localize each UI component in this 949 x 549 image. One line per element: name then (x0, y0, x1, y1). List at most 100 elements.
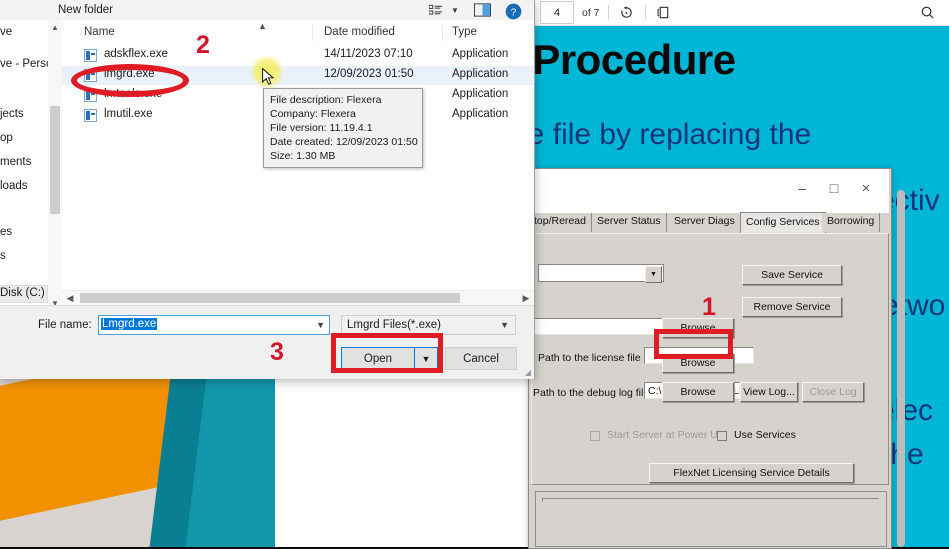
use-services-checkbox[interactable] (717, 431, 727, 441)
rotate-icon[interactable] (617, 3, 637, 23)
horizontal-scrollbar[interactable]: ◀ ▶ (62, 290, 534, 305)
maximize-button[interactable]: □ (819, 177, 849, 199)
nav-item-downloads[interactable]: loads (0, 180, 28, 192)
chevron-down-icon[interactable]: ▼ (316, 320, 325, 330)
license-file-label: Path to the license file (538, 352, 641, 364)
debug-log-label: Path to the debug log file (533, 387, 650, 399)
sort-ascending-icon: ▲ (258, 21, 267, 31)
page-number-input[interactable]: 4 (540, 1, 574, 24)
pdf-paragraph-line: nse file by replacing the (530, 118, 812, 151)
use-services-label: Use Services (734, 429, 796, 441)
flexnet-service-details-button[interactable]: FlexNet Licensing Service Details (649, 463, 854, 483)
nav-item-local-disk[interactable]: Disk (C:) (0, 287, 45, 299)
file-name: lmutil.exe (104, 108, 153, 120)
application-file-icon (84, 109, 97, 122)
chevron-down-icon[interactable]: ▼ (500, 320, 509, 330)
tab-stop-reread[interactable]: top/Reread (529, 213, 592, 232)
page-view-icon[interactable] (654, 3, 674, 23)
lmtools-status-panel (535, 491, 887, 547)
column-header-date-modified[interactable]: Date modified (324, 26, 395, 38)
tab-server-diags[interactable]: Server Diags (669, 213, 741, 232)
file-type-combo[interactable]: Lmgrd Files(*.exe) ▼ (341, 315, 516, 335)
nav-item-videos[interactable]: s (0, 250, 6, 262)
close-button[interactable]: × (851, 177, 881, 199)
browse-debug-button[interactable]: Browse (662, 382, 734, 402)
column-header-type[interactable]: Type (452, 26, 477, 38)
nav-item-onedrive[interactable]: ve (0, 26, 12, 38)
annotation-oval-step2 (71, 64, 189, 97)
service-name-combo[interactable]: ▼ (538, 264, 664, 283)
chevron-down-icon[interactable]: ▼ (448, 2, 462, 18)
close-log-button: Close Log (802, 382, 864, 402)
dialog-footer: File name: Lmgrd.exe ▼ Lmgrd Files(*.exe… (0, 305, 534, 379)
scroll-left-icon[interactable]: ◀ (62, 291, 78, 305)
status-panel-inner (542, 498, 879, 502)
column-header-row: Name ▲ Date modified Type (62, 20, 534, 47)
page-total-label: of 7 (582, 6, 600, 19)
toolbar-divider (607, 5, 609, 20)
view-log-button[interactable]: View Log... (740, 382, 798, 402)
lmtools-config-panel: ▼ Save Service Remove Service Browse Pat… (528, 233, 889, 485)
desktop-wallpaper (0, 377, 275, 547)
annotation-number-3: 3 (270, 338, 284, 366)
minimize-button[interactable]: – (787, 177, 817, 199)
application-file-icon (84, 49, 97, 62)
cancel-button[interactable]: Cancel (445, 347, 517, 370)
nav-item-desktop[interactable]: op (0, 132, 13, 144)
nav-item-onedrive-personal[interactable]: ve - Person (0, 58, 48, 70)
file-type: Application (452, 108, 509, 120)
pdf-heading: n Procedure (530, 36, 736, 83)
file-name-value: Lmgrd.exe (101, 318, 158, 330)
remove-service-button[interactable]: Remove Service (742, 297, 842, 317)
tooltip-line-company: Company: Flexera (270, 108, 356, 120)
nav-item-projects[interactable]: jects (0, 108, 24, 120)
svg-text:?: ? (510, 7, 516, 18)
tab-server-status[interactable]: Server Status (592, 213, 667, 232)
tooltip-line-size: Size: 1.30 MB (270, 150, 336, 162)
annotation-rect-step1 (654, 329, 733, 359)
start-server-label: Start Server at Power Up (607, 429, 724, 441)
table-row[interactable]: adskflex.exe 14/11/2023 07:10 Applicatio… (62, 46, 534, 65)
scrollbar-thumb[interactable] (50, 106, 60, 214)
tab-config-services[interactable]: Config Services (740, 212, 826, 233)
start-server-checkbox (590, 431, 600, 441)
explorer-toolbar: New folder ▼ ? (0, 0, 534, 21)
column-header-name[interactable]: Name (84, 26, 115, 38)
file-date: 12/09/2023 01:50 (324, 68, 414, 80)
annotation-number-1: 1 (702, 293, 716, 321)
scroll-right-icon[interactable]: ▶ (518, 291, 534, 305)
file-name-label: File name: (38, 319, 92, 331)
chevron-down-icon[interactable]: ▼ (645, 266, 662, 283)
file-tooltip: File description: Flexera Company: Flexe… (263, 88, 423, 168)
mouse-cursor-icon (262, 67, 275, 86)
annotation-rect-step3 (331, 333, 443, 373)
pdf-scrollbar[interactable] (897, 190, 905, 547)
nav-item-documents[interactable]: ments (0, 156, 31, 168)
column-divider[interactable] (312, 25, 313, 41)
save-service-button[interactable]: Save Service (742, 265, 842, 285)
tab-borrowing[interactable]: Borrowing (822, 213, 881, 232)
tooltip-line-description: File description: Flexera (270, 94, 382, 106)
file-name-input[interactable]: Lmgrd.exe ▼ (98, 315, 330, 335)
tooltip-line-file-version: File version: 11.19.4.1 (270, 122, 373, 134)
scroll-up-icon[interactable]: ▲ (48, 20, 62, 34)
lmtools-titlebar: – □ × (529, 169, 889, 213)
lmtools-tabstrip: top/Reread Server Status Server Diags Co… (529, 212, 889, 233)
file-type: Application (452, 68, 509, 80)
file-type: Application (452, 48, 509, 60)
file-type: Application (452, 88, 509, 100)
lmgrd-path-field[interactable] (528, 318, 663, 335)
hscrollbar-thumb[interactable] (80, 293, 460, 303)
navigation-scrollbar[interactable]: ▲ ▼ (48, 20, 63, 310)
view-options-icon[interactable] (426, 2, 446, 18)
help-icon[interactable]: ? (504, 2, 522, 20)
column-divider[interactable] (442, 25, 443, 41)
toolbar-divider (644, 5, 646, 20)
new-folder-button[interactable]: New folder (58, 4, 113, 16)
nav-item-pictures[interactable]: es (0, 226, 12, 238)
preview-pane-icon[interactable] (472, 2, 492, 18)
search-icon[interactable] (917, 3, 937, 23)
resize-grip-icon[interactable]: ◢ (525, 368, 531, 377)
pdf-toolbar: 4 of 7 (530, 0, 949, 26)
spacer (847, 427, 848, 428)
